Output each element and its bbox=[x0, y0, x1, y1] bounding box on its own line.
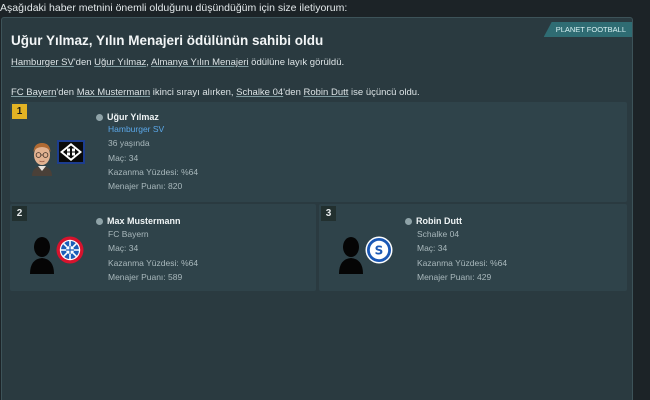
rank-badge: 3 bbox=[321, 206, 336, 221]
manager-name[interactable]: Robin Dutt bbox=[405, 216, 462, 226]
text-segment: 'den bbox=[283, 87, 304, 98]
manager-face-icon[interactable] bbox=[28, 140, 56, 181]
manager-rating: Menajer Puanı: 429 bbox=[417, 271, 492, 282]
manager-details: FC Bayern Maç: 34 Kazanma Yüzdesi: %64 M… bbox=[108, 227, 198, 284]
news-paragraph-1: Hamburger SV'den Uğur Yılmaz, Almanya Yı… bbox=[11, 57, 344, 68]
manager-matches: Maç: 34 bbox=[108, 243, 139, 254]
club-name[interactable]: FC Bayern bbox=[108, 227, 198, 241]
rank-panel-1: 1 Uğur Yılmaz Hamburger SV 36 yaşında Ma… bbox=[10, 102, 627, 202]
club-link[interactable]: Hamburger SV bbox=[108, 122, 198, 136]
text-segment: 'den bbox=[56, 87, 77, 98]
rank-panel-3: 3 S Robin Dutt Schalke 04 Maç: 34 Kazanm… bbox=[319, 204, 627, 291]
manager-win-pct: Kazanma Yüzdesi: %64 bbox=[108, 257, 199, 268]
rank-badge: 1 bbox=[12, 104, 27, 119]
manager-rating: Menajer Puanı: 589 bbox=[108, 271, 183, 282]
text-segment: ise üçüncü oldu. bbox=[348, 87, 420, 98]
manager-matches: Maç: 34 bbox=[417, 243, 448, 254]
manager-name-text: Uğur Yılmaz bbox=[107, 112, 159, 122]
info-icon bbox=[96, 113, 103, 121]
manager-name-text: Max Mustermann bbox=[107, 216, 181, 226]
info-icon bbox=[405, 217, 412, 225]
award-link[interactable]: Almanya Yılın Menajeri bbox=[151, 57, 249, 68]
news-card: PLANET FOOTBALL Uğur Yılmaz, Yılın Menaj… bbox=[1, 17, 633, 400]
news-paragraph-2: FC Bayern'den Max Mustermann ikinci sıra… bbox=[11, 87, 420, 98]
club-link-bayern[interactable]: FC Bayern bbox=[11, 87, 56, 98]
manager-rating: Menajer Puanı: 820 bbox=[108, 181, 183, 192]
club-name[interactable]: Schalke 04 bbox=[417, 227, 507, 241]
manager-link-ugur[interactable]: Uğur Yılmaz bbox=[94, 57, 146, 68]
silhouette-icon[interactable] bbox=[337, 234, 365, 279]
manager-name[interactable]: Uğur Yılmaz bbox=[96, 112, 159, 122]
schalke-04-crest-icon[interactable]: S bbox=[365, 236, 393, 269]
manager-win-pct: Kazanma Yüzdesi: %64 bbox=[108, 166, 199, 177]
silhouette-icon[interactable] bbox=[28, 234, 56, 279]
svg-text:S: S bbox=[375, 244, 384, 258]
text-segment: 'den bbox=[73, 57, 95, 68]
rank-badge: 2 bbox=[12, 206, 27, 221]
manager-name[interactable]: Max Mustermann bbox=[96, 216, 181, 226]
manager-matches: Maç: 34 bbox=[108, 152, 139, 163]
manager-name-text: Robin Dutt bbox=[416, 216, 462, 226]
hamburger-sv-crest-icon[interactable] bbox=[57, 140, 85, 169]
manager-link-robin[interactable]: Robin Dutt bbox=[304, 87, 349, 98]
intro-text: Aşağıdaki haber metnini önemli olduğunu … bbox=[0, 2, 348, 14]
manager-link-max[interactable]: Max Mustermann bbox=[77, 87, 150, 98]
source-tag: PLANET FOOTBALL bbox=[543, 22, 632, 37]
manager-details: Hamburger SV 36 yaşında Maç: 34 Kazanma … bbox=[108, 122, 198, 193]
info-icon bbox=[96, 217, 103, 225]
fc-bayern-crest-icon[interactable] bbox=[56, 236, 84, 269]
club-link-schalke[interactable]: Schalke 04 bbox=[236, 87, 283, 98]
manager-age: 36 yaşında bbox=[108, 138, 150, 149]
club-link-hamburger[interactable]: Hamburger SV bbox=[11, 57, 74, 68]
manager-details: Schalke 04 Maç: 34 Kazanma Yüzdesi: %64 … bbox=[417, 227, 507, 284]
news-headline: Uğur Yılmaz, Yılın Menajeri ödülünün sah… bbox=[11, 33, 324, 48]
text-segment: ikinci sırayı alırken, bbox=[150, 87, 237, 98]
manager-win-pct: Kazanma Yüzdesi: %64 bbox=[417, 257, 508, 268]
text-segment: ödülüne layık görüldü. bbox=[248, 57, 345, 68]
rank-panel-2: 2 Max Mustermann FC Bayern Maç: 34 Kazan… bbox=[10, 204, 316, 291]
